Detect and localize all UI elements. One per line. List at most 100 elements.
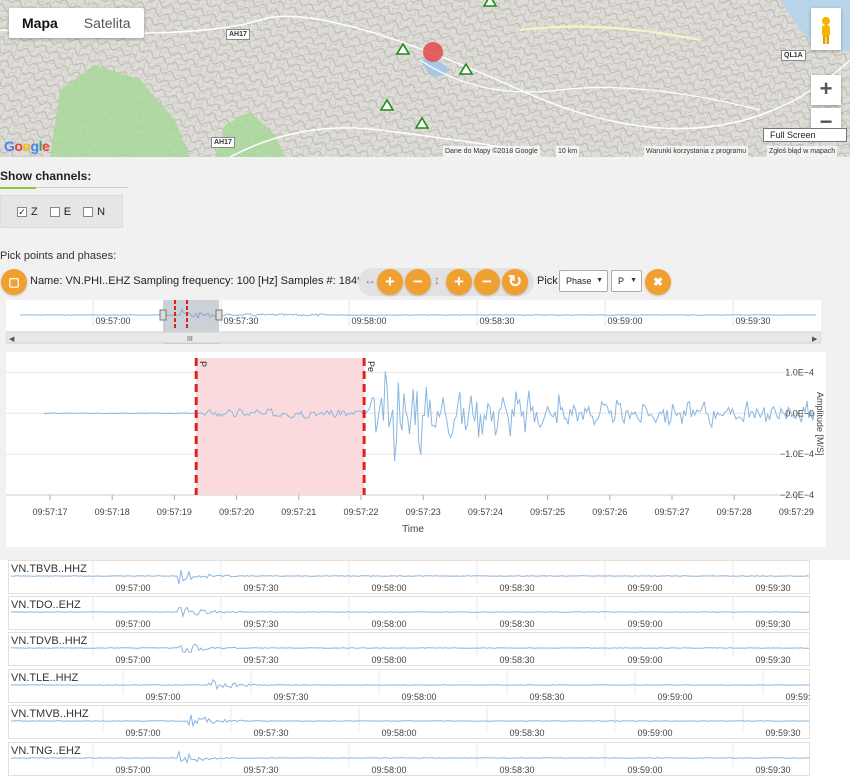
horizontal-zoom-icon: ↔ — [364, 273, 376, 287]
lock-button[interactable]: ▢ — [1, 269, 27, 295]
station-tick-label: 09:59:30 — [785, 692, 811, 702]
station-waveform: 09:57:00 09:57:30 09:58:00 09:58:30 09:59:00… — [10, 670, 811, 702]
x-tick-label: 09:57:20 — [219, 507, 254, 517]
station-tick-label: 09:57:30 — [243, 619, 278, 629]
zoom-y-in-button[interactable]: + — [446, 269, 472, 295]
phase-select[interactable]: Phase — [559, 270, 608, 292]
map-tab-mapa[interactable]: Mapa — [9, 8, 71, 38]
terms-link[interactable]: Warunki korzystania z programu — [644, 146, 749, 157]
channel-z-checkbox[interactable]: ✓ Z — [17, 206, 38, 218]
station-tick-label: 09:59:00 — [627, 655, 662, 665]
x-tick-label: 09:57:18 — [95, 507, 130, 517]
station-row[interactable]: VN.TNG..EHZ 09:57:00 09:57:30 09:58:00 09:58… — [8, 742, 810, 776]
station-tick-label: 09:59:00 — [627, 619, 662, 629]
zoom-x-out-button[interactable]: − — [405, 269, 431, 295]
overview-scrollbar[interactable] — [6, 331, 821, 344]
station-tick-label: 09:57:00 — [145, 692, 180, 702]
x-tick-label: 09:57:19 — [157, 507, 192, 517]
road-label: AH17 — [226, 29, 250, 40]
scroll-handle-grip[interactable]: III — [187, 336, 193, 343]
x-tick-label: 09:57:25 — [530, 507, 565, 517]
station-row[interactable]: VN.TBVB..HHZ 09:57:00 09:57:30 09:58:00 09:5… — [8, 560, 810, 594]
station-tick-label: 09:58:00 — [371, 655, 406, 665]
vertical-zoom-icon: ↕ — [434, 273, 440, 287]
station-name: VN.TNG..EHZ — [11, 745, 81, 757]
fullscreen-button[interactable]: Full Screen — [763, 128, 847, 142]
checkbox-icon — [49, 206, 60, 217]
station-tick-label: 09:57:30 — [243, 765, 278, 775]
station-tick-label: 09:58:30 — [499, 619, 534, 629]
x-tick-label: 09:57:21 — [281, 507, 316, 517]
zoom-y-out-button[interactable]: − — [474, 269, 500, 295]
scroll-right-icon[interactable]: ▶ — [812, 336, 818, 343]
map-tab-satelita[interactable]: Satelita — [71, 8, 144, 38]
channel-n-checkbox[interactable]: N — [83, 206, 105, 218]
overview-tick-label: 09:57:30 — [223, 316, 258, 326]
map-data-credit: Dane do Mapy ©2018 Google — [443, 146, 540, 157]
street-view-pegman[interactable] — [811, 8, 841, 50]
pick-toolbar: ▢ Name: VN.PHI..EHZ Sampling frequency: … — [0, 268, 850, 296]
zoom-x-in-button[interactable]: + — [377, 269, 403, 295]
p-select[interactable]: P — [611, 270, 642, 292]
report-error-link[interactable]: Zgłoś błąd w mapach — [767, 146, 838, 157]
window-left-handle[interactable] — [159, 309, 167, 321]
overview-tick-label: 09:59:30 — [735, 316, 770, 326]
station-tick-label: 09:58:00 — [401, 692, 436, 702]
overview-tick-label: 09:58:30 — [479, 316, 514, 326]
x-tick-label: 09:57:28 — [717, 507, 752, 517]
station-waveform: 09:57:00 09:57:30 09:58:00 09:58:30 09:59:00… — [10, 706, 810, 738]
station-tick-label: 09:59:30 — [755, 619, 790, 629]
channel-selector: ✓ Z E N — [0, 195, 123, 228]
map-view[interactable]: Mapa Satelita AH17 AH17 QL1A + − Full Sc… — [0, 0, 850, 157]
station-tick-label: 09:57:00 — [125, 728, 160, 738]
station-tick-label: 09:58:00 — [371, 765, 406, 775]
seismogram-panel: Show channels: ✓ Z E N Pick points and p… — [0, 157, 850, 560]
station-tick-label: 09:58:30 — [499, 655, 534, 665]
station-tick-label: 09:59:00 — [627, 765, 662, 775]
reset-zoom-button[interactable]: ↻ — [502, 269, 528, 295]
event-marker[interactable] — [423, 42, 443, 62]
window-right-handle[interactable] — [215, 309, 223, 321]
station-tick-label: 09:57:30 — [273, 692, 308, 702]
overview-chart[interactable]: ◀ ▶ III 09:57:00 09:57:30 09:58:00 09:58:30… — [6, 300, 821, 344]
checkbox-icon — [83, 206, 94, 217]
station-info: Name: VN.PHI..EHZ Sampling frequency: 10… — [30, 275, 370, 287]
station-tick-label: 09:57:30 — [243, 583, 278, 593]
station-tick-label: 09:58:30 — [499, 765, 534, 775]
pick-highlight-range — [196, 358, 365, 495]
x-tick-label: 09:57:29 — [779, 507, 814, 517]
station-tick-label: 09:57:00 — [115, 619, 150, 629]
station-tick-label: 09:59:30 — [765, 728, 800, 738]
x-tick-label: 09:57:27 — [654, 507, 689, 517]
divider — [0, 187, 128, 189]
station-tick-label: 09:59:00 — [627, 583, 662, 593]
y-axis-label: Amplitude [M/S] — [815, 392, 825, 456]
x-tick-label: 09:57:24 — [468, 507, 503, 517]
station-row[interactable]: VN.TDO..EHZ 09:57:00 09:57:30 09:58:00 09:58… — [8, 596, 810, 630]
map-footer: Dane do Mapy ©2018 Google 10 km Warunki … — [0, 146, 850, 157]
station-name: VN.TDO..EHZ — [11, 599, 81, 611]
y-tick-label: 1.0E−4 — [785, 367, 814, 377]
zoom-in-button[interactable]: + — [811, 75, 841, 105]
x-tick-label: 09:57:26 — [592, 507, 627, 517]
clear-picks-button[interactable]: ✖ — [645, 269, 671, 295]
station-tick-label: 09:58:00 — [371, 583, 406, 593]
station-name: VN.TDVB..HHZ — [11, 635, 88, 647]
channel-e-checkbox[interactable]: E — [49, 206, 71, 218]
station-name: VN.TLE..HHZ — [11, 672, 79, 684]
main-waveform-chart[interactable]: P Pe 09:57:17 09:57:18 09:57:19 09:57:20 09:5… — [6, 352, 826, 547]
station-tick-label: 09:59:00 — [637, 728, 672, 738]
pick-section-title: Pick points and phases: — [0, 250, 117, 262]
station-row[interactable]: VN.TMVB..HHZ 09:57:00 09:57:30 09:58:00 09:5… — [8, 705, 810, 739]
pegman-icon — [822, 17, 830, 44]
station-tick-label: 09:58:00 — [381, 728, 416, 738]
scroll-left-icon[interactable]: ◀ — [9, 336, 15, 343]
road-label: QL1A — [781, 50, 806, 61]
overview-tick-label: 09:57:00 — [95, 316, 130, 326]
station-waveform: 09:57:00 09:57:30 09:58:00 09:58:30 09:59:00… — [10, 597, 810, 629]
station-row[interactable]: VN.TDVB..HHZ 09:57:00 09:57:30 09:58:00 09:5… — [8, 632, 810, 666]
station-waveform: 09:57:00 09:57:30 09:58:00 09:58:30 09:59:00… — [10, 633, 809, 665]
station-row[interactable]: VN.TLE..HHZ 09:57:00 09:57:30 09:58:00 09:58… — [8, 669, 811, 703]
station-waveform: 09:57:00 09:57:30 09:58:00 09:58:30 09:59:00… — [10, 743, 809, 775]
overview-tick-label: 09:59:00 — [607, 316, 642, 326]
